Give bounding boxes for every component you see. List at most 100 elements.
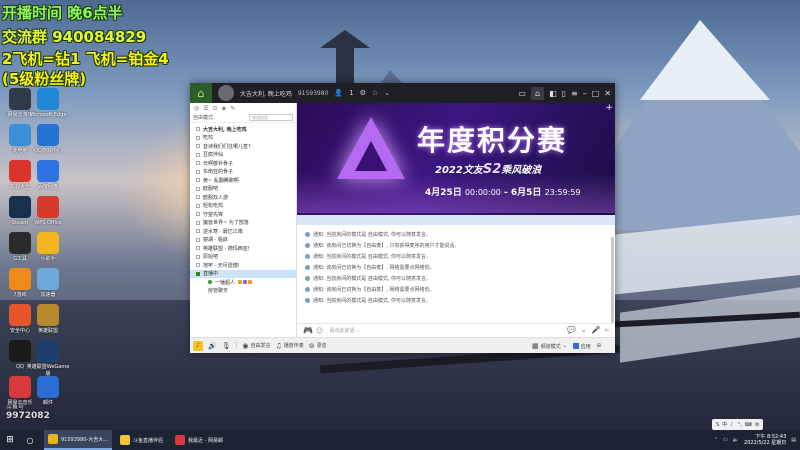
home-tab-icon[interactable]: ⌂ (530, 86, 545, 100)
chat-bubble-icon[interactable]: 💬 (567, 326, 576, 334)
desktop-icon-label: WPS Office (34, 220, 62, 226)
list-icon[interactable]: ☰ (203, 105, 208, 112)
desktop-icon[interactable]: WPS Office (26, 196, 70, 227)
location-icon[interactable]: ⊙ (213, 105, 218, 112)
mic-settings-icon[interactable]: 🎙 (222, 342, 231, 350)
channel-item[interactable]: 镜湖 · 临启 (190, 236, 296, 245)
info-icon (305, 254, 310, 259)
close-icon[interactable]: ✕ (604, 89, 611, 98)
chat-input[interactable]: 请点此说话... (329, 327, 359, 334)
send-icon[interactable]: ▹ (605, 326, 609, 334)
info-icon (305, 298, 310, 303)
mobile-icon[interactable]: ▯ (562, 89, 566, 98)
keyboard-icon[interactable]: ⌨ (745, 422, 752, 428)
channel-item[interactable]: 黄~ 乱翻腾聊啊 (190, 176, 296, 185)
channel-item[interactable]: 豆腐伴仙 (190, 151, 296, 160)
desktop-icon[interactable]: QQ游戏中心 (26, 124, 70, 155)
channel-item[interactable]: 音诗我们们往哪儿签? (190, 142, 296, 151)
ime-language[interactable]: 中 (722, 421, 727, 428)
message-scrollbar[interactable] (611, 237, 614, 323)
channel-item[interactable]: 守望先锋 (190, 210, 296, 219)
home-icon[interactable]: ⌂ (190, 83, 212, 103)
mode-dropdown[interactable]: 自由模式 (193, 114, 213, 121)
desktop-icon[interactable]: 百度网盘 (26, 160, 70, 191)
voice-icon[interactable]: ◎ (194, 105, 199, 112)
maximize-icon[interactable]: □ (592, 89, 600, 98)
emoji-icon[interactable]: ☺ (316, 327, 323, 335)
app-center-button[interactable]: 应用 (572, 343, 591, 350)
game-tool-icon[interactable]: ◈ (222, 105, 227, 112)
volume-icon[interactable]: 🔈 (733, 437, 739, 443)
live-user-row[interactable]: 一锤超人 (190, 278, 296, 286)
video-icon[interactable]: ▭ (518, 89, 526, 98)
channel-icon (196, 144, 200, 149)
favorite-icon[interactable]: ☆ (372, 89, 378, 97)
mic-icon[interactable]: 🎤 (592, 326, 601, 334)
app-icon (37, 160, 59, 182)
channel-item[interactable]: 日啊敬补骨子 (190, 159, 296, 168)
channel-avatar[interactable] (218, 85, 234, 101)
desktop-icon[interactable]: 加速器 (26, 268, 70, 299)
speak-mode-icon[interactable]: ♪ (193, 340, 203, 351)
free-speech-button[interactable]: ◉ 自由发言 (242, 342, 270, 350)
channel-mode-button[interactable]: ▦ 频道模式 ⌄ (532, 342, 567, 350)
free-speech-label: 自由发言 (250, 343, 271, 349)
taskbar-app[interactable]: 斗鱼直播伴侣 (116, 430, 167, 450)
channel-item[interactable]: 大吉大利, 晚上吃鸡 (190, 125, 296, 134)
channel-icon (196, 169, 200, 174)
ime-toolbar[interactable]: S 中 ☾ °, ⌨ ⚙ (712, 419, 764, 430)
speaker-icon[interactable]: 🔊 (208, 342, 217, 350)
play-music-button[interactable]: ♫ 播放伴奏 (275, 342, 303, 350)
manage-channel-row[interactable]: 房管聊天 (190, 286, 296, 294)
taskbar-app[interactable]: 91593980-大吉大... (44, 430, 113, 450)
channel-item[interactable]: 地牢 · 无尽遗憾! (190, 261, 296, 270)
more-apps-icon[interactable]: ⊞ (597, 343, 601, 349)
desktop-icon[interactable]: 英雄联盟WeGame版 (26, 340, 70, 378)
event-banner[interactable]: 年度积分赛 2022文友S2乘风破浪 4月25日 00:00:00 - 6月5日… (297, 103, 615, 215)
channel-item[interactable]: 逆水寒 · 最忆江南 (190, 227, 296, 236)
settings-icon[interactable]: ⚙ (360, 89, 366, 97)
app-center-label: 应用 (580, 343, 591, 350)
windows-start-icon[interactable]: ⊞ (0, 430, 20, 450)
desktop-icon[interactable]: 小助手 (26, 232, 70, 263)
punctuation-icon[interactable]: °, (738, 422, 742, 428)
channel-item[interactable]: 轻松吃鸡 (190, 202, 296, 211)
notification-icon[interactable]: ▤ (791, 437, 796, 443)
gamepad-icon[interactable]: 🎮 (303, 326, 313, 335)
channel-item[interactable]: 英雄联盟 · 德玛西亚! (190, 244, 296, 253)
tray-chevron-up-icon[interactable]: ⌃ (714, 437, 718, 443)
channel-search-input[interactable]: 频道搜索 (249, 114, 293, 121)
chevron-down-icon[interactable]: ⌄ (581, 326, 587, 334)
ime-settings-icon[interactable]: ⚙ (755, 422, 759, 428)
clock[interactable]: 下午 8:52:43 2022/5/22 星期日 (744, 434, 786, 446)
overlay-group-number: 交流群 940084829 (2, 28, 147, 46)
taskbar-app[interactable]: 我最近 - 网易邮 (171, 430, 227, 450)
record-button[interactable]: ⊚ 录音 (309, 342, 327, 350)
desktop-icon[interactable]: Microsoft Edge (26, 88, 70, 119)
menu-icon[interactable]: ≡ (571, 89, 578, 98)
network-icon[interactable]: ▭ (723, 437, 728, 443)
banner-time-start: 00:00:00 (464, 188, 501, 197)
channel-item[interactable]: 欧服双人游 (190, 193, 296, 202)
info-icon (305, 287, 310, 292)
message-list: 通知: 当前房间的模式是 自由模式, 你可以随意发言。 通知: 该房间已切换为【自… (297, 229, 615, 323)
channel-item[interactable]: 原始吧 (190, 253, 296, 262)
live-user-name: 一锤超人 (215, 279, 236, 286)
chevron-down-icon[interactable]: ⌄ (384, 89, 390, 97)
equalizer-icon[interactable]: ⫶ (236, 341, 238, 350)
game-icon[interactable]: ◧ (549, 89, 557, 98)
moon-icon[interactable]: ☾ (730, 422, 734, 428)
channel-item[interactable]: 东南亚的骨子 (190, 168, 296, 177)
edit-icon[interactable]: ✎ (230, 105, 235, 112)
channel-label: 魔兽世界~ 为了部落 (203, 220, 249, 227)
channel-item[interactable]: 直播中 (190, 269, 296, 278)
search-icon[interactable]: ○ (20, 430, 40, 450)
desktop-icon[interactable]: 英雄联盟 (26, 304, 70, 335)
minimize-icon[interactable]: – (583, 89, 587, 98)
taskbar-app-label: 91593980-大吉大... (61, 436, 109, 443)
expand-icon[interactable]: + (605, 103, 613, 113)
channel-item[interactable]: 欧服吧 (190, 185, 296, 194)
channel-item[interactable]: 魔兽世界~ 为了部落 (190, 219, 296, 228)
window-titlebar[interactable]: ⌂ 大吉大利, 晚上吃鸡 91593980 👤 1 ⚙ ☆ ⌄ ▭ ⌂ ◧ ▯ … (190, 83, 615, 103)
channel-item[interactable]: 吃鸡 (190, 134, 296, 143)
